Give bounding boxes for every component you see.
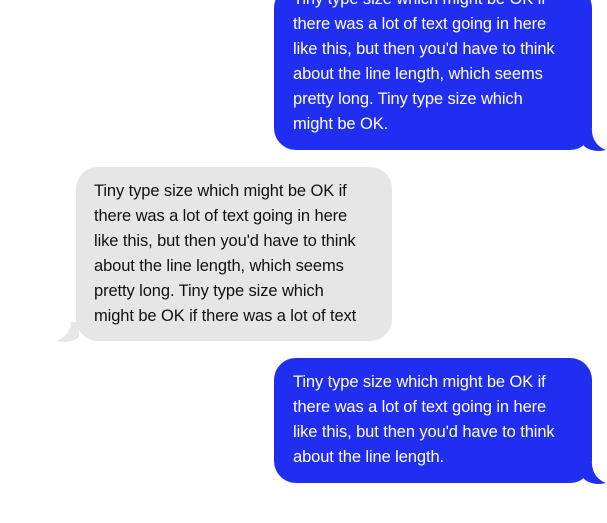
message-thread: Tiny type size which might be OK if ther… [0, 0, 607, 523]
message-text: Tiny type size which might be OK if ther… [94, 182, 357, 325]
message-text: Tiny type size which might be OK if ther… [293, 373, 555, 466]
sent-message-bubble[interactable]: Tiny type size which might be OK if ther… [274, 358, 592, 483]
received-bubble-tail [57, 322, 79, 344]
received-message-bubble[interactable]: Tiny type size which might be OK if ther… [76, 167, 392, 341]
sent-bubble-tail [584, 463, 606, 485]
message-text: Tiny type size which might be OK if ther… [293, 0, 555, 133]
sent-bubble-tail [584, 130, 606, 152]
sent-message-bubble[interactable]: Tiny type size which might be OK if ther… [274, 0, 592, 150]
